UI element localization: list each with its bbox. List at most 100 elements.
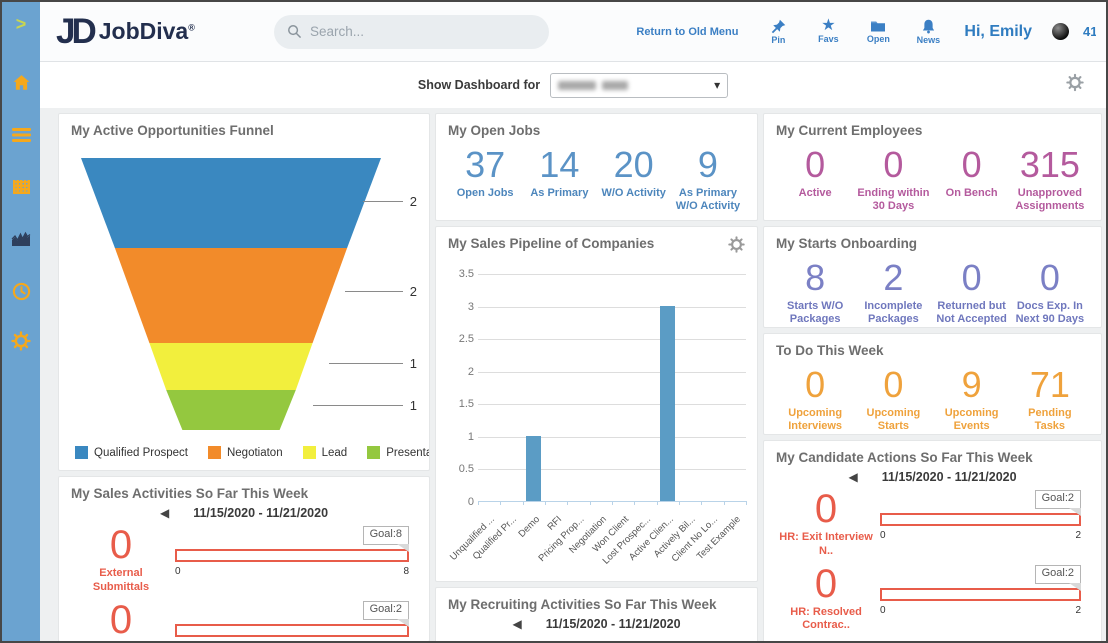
stat-value: 2 [856, 259, 930, 297]
stat[interactable]: 37 Open Jobs [448, 146, 522, 213]
sidebar: > [2, 2, 40, 641]
panel-recruiting-activities: My Recruiting Activities So Far This Wee… [435, 587, 758, 641]
return-to-old-menu-link[interactable]: Return to Old Menu [636, 26, 738, 38]
stat-label: Active [778, 187, 852, 200]
panel-current-employees: My Current Employees 0 Active 0 Ending w… [763, 113, 1102, 221]
scale-min: 0 [175, 566, 181, 577]
legend-label: Negotiaton [227, 447, 283, 459]
panel-sales-pipeline: My Sales Pipeline of Companies 00.511.52… [435, 226, 758, 582]
panel-active-opportunities-funnel: My Active Opportunities Funnel 2 2 1 [58, 113, 430, 471]
grid-icon[interactable] [11, 177, 31, 197]
stat[interactable]: 71 Pending Tasks [1011, 366, 1089, 433]
metric-value: 0 [71, 524, 171, 566]
chevron-down-icon: ▾ [714, 79, 720, 91]
dashboard-toolbar: Show Dashboard for ▾ [40, 62, 1106, 108]
open-button[interactable]: Open [860, 19, 896, 44]
news-button[interactable]: News [910, 19, 946, 45]
y-tick-label: 0.5 [450, 463, 474, 475]
stat-value: 8 [778, 259, 852, 297]
stat-label: Ending within 30 Days [856, 187, 930, 213]
chart-icon[interactable] [11, 229, 31, 249]
goal-row: 0 Goal:2 0 2 [71, 599, 417, 642]
scale-max: 2 [1075, 605, 1081, 616]
gear-icon[interactable] [11, 333, 31, 353]
news-label: News [917, 35, 941, 45]
stats-row: 0 Active 0 Ending within 30 Days 0 On Be… [776, 146, 1089, 213]
funnel-segment-qualified-prospect[interactable] [81, 158, 381, 248]
funnel-chart: 2 2 1 1 [81, 158, 411, 430]
search-icon [287, 24, 302, 39]
avatar[interactable] [1052, 23, 1069, 40]
stat[interactable]: 9 Upcoming Events [933, 366, 1011, 433]
stat[interactable]: 2 Incomplete Packages [854, 259, 932, 326]
panel-title: My Active Opportunities Funnel [71, 123, 417, 138]
stat[interactable]: 0 On Bench [933, 146, 1011, 213]
stat[interactable]: 315 Unapproved Assignments [1011, 146, 1089, 213]
stat-value: 0 [935, 259, 1009, 297]
panel-starts-onboarding: My Starts Onboarding 8 Starts W/O Packag… [763, 226, 1102, 328]
week-navigator: ◀ 11/15/2020 - 11/21/2020 [448, 617, 745, 631]
stats-row: 8 Starts W/O Packages 2 Incomplete Packa… [776, 259, 1089, 326]
gauge-scale: 0 2 [175, 641, 409, 642]
legend-item[interactable]: Qualified Prospect [75, 446, 188, 459]
legend-item[interactable]: Lead [303, 446, 348, 459]
stat-value: 37 [450, 146, 520, 184]
goal-gauge: Goal:2 0 2 [876, 563, 1089, 634]
y-tick-label: 3 [450, 301, 474, 313]
bar-demo[interactable] [526, 436, 541, 501]
panel-settings-gear-icon[interactable] [728, 236, 745, 258]
stat[interactable]: 0 Active [776, 146, 854, 213]
progress-bar [175, 549, 409, 562]
stat-label: W/O Activity [599, 187, 669, 200]
progress-bar [175, 624, 409, 637]
panel-todo-this-week: To Do This Week 0 Upcoming Interviews 0 … [763, 333, 1102, 435]
funnel-segment-negotiaton[interactable] [81, 248, 381, 343]
y-tick-label: 2.5 [450, 333, 474, 345]
stat[interactable]: 0 Docs Exp. In Next 90 Days [1011, 259, 1089, 326]
logo-mark: JD [56, 14, 93, 49]
stat[interactable]: 0 Upcoming Starts [854, 366, 932, 433]
goal-gauge: Goal:2 0 2 [876, 488, 1089, 559]
funnel-value: 1 [410, 356, 417, 371]
stat[interactable]: 9 As Primary W/O Activity [671, 146, 745, 213]
previous-week-icon[interactable]: ◀ [512, 618, 521, 630]
y-tick-label: 3.5 [450, 268, 474, 280]
funnel-value: 1 [410, 398, 417, 413]
goal-badge: Goal:8 [363, 526, 409, 545]
redacted-name [558, 81, 596, 90]
home-icon[interactable] [11, 73, 31, 93]
jobdiva-logo[interactable]: JD JobDiva® [56, 14, 246, 49]
menu-icon[interactable] [11, 125, 31, 145]
stat[interactable]: 0 Ending within 30 Days [854, 146, 932, 213]
scale-max: 8 [403, 566, 409, 577]
legend-item[interactable]: Presentation [367, 446, 430, 459]
previous-week-icon[interactable]: ◀ [160, 507, 169, 519]
stat[interactable]: 8 Starts W/O Packages [776, 259, 854, 326]
scale-min: 0 [175, 641, 181, 642]
goal-row: 0 External Submittals Goal:8 0 8 [71, 524, 417, 595]
previous-week-icon[interactable]: ◀ [848, 471, 857, 483]
legend-item[interactable]: Negotiaton [208, 446, 283, 459]
sidebar-expand-chevron-icon[interactable]: > [16, 14, 27, 35]
panel-title: My Recruiting Activities So Far This Wee… [448, 597, 745, 612]
registered-mark: ® [188, 22, 195, 32]
clock-icon[interactable] [11, 281, 31, 301]
stat[interactable]: 14 As Primary [522, 146, 596, 213]
bar-active-clien-[interactable] [660, 306, 675, 501]
stat[interactable]: 20 W/O Activity [597, 146, 671, 213]
show-dashboard-label: Show Dashboard for [418, 78, 540, 92]
funnel-value: 2 [410, 194, 417, 209]
stat[interactable]: 0 Returned but Not Accepted [933, 259, 1011, 326]
stat[interactable]: 0 Upcoming Interviews [776, 366, 854, 433]
panel-title: My Sales Pipeline of Companies [448, 236, 654, 251]
goal-gauge: Goal:2 0 2 [171, 599, 417, 642]
dashboard-settings-gear-icon[interactable] [1066, 74, 1084, 97]
pin-button[interactable]: Pin [760, 19, 796, 45]
bell-icon [921, 19, 936, 34]
search-input[interactable]: Search... [274, 15, 549, 49]
stat-label: Incomplete Packages [856, 300, 930, 326]
favs-button[interactable]: ★ Favs [810, 19, 846, 44]
dashboard-user-select[interactable]: ▾ [550, 73, 728, 98]
notification-count-badge[interactable]: 41 [1083, 24, 1096, 39]
user-greeting: Hi, Emily [964, 23, 1032, 41]
